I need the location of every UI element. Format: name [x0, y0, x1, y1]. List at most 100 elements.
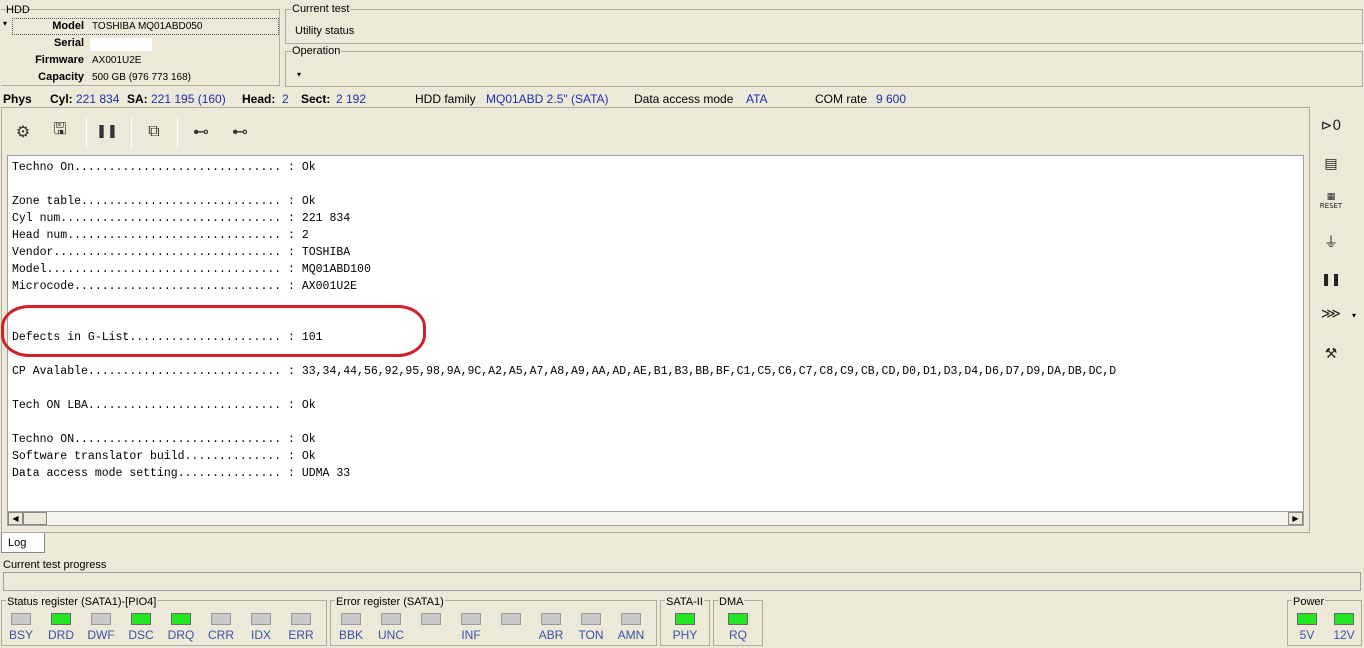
slider-dropdown-arrow[interactable]: ▾: [1352, 311, 1356, 320]
led-indicator: [621, 613, 641, 625]
copy-pages-icon[interactable]: ⧉: [141, 118, 167, 144]
com-rate-label: COM rate: [815, 92, 868, 106]
log-line: Cyl num................................ …: [12, 212, 351, 225]
firmware-label: Firmware: [35, 54, 84, 66]
reset-icon[interactable]: ▦ RESET: [1316, 188, 1346, 216]
capacity-value: 500 GB (976 773 168): [92, 72, 191, 83]
led-label: DSC: [128, 628, 154, 642]
led-indicator: [1297, 613, 1317, 625]
operation-title: Operation: [291, 45, 342, 57]
led-label: DWF: [87, 628, 115, 642]
led-label: RQ: [729, 628, 747, 642]
slider-icon[interactable]: ⋙: [1316, 300, 1346, 328]
led-label: BSY: [8, 628, 33, 642]
toolbar-separator: [131, 117, 132, 149]
toolbar-separator: [177, 117, 178, 149]
led-label: ABR: [538, 628, 564, 642]
data-access-label: Data access mode: [634, 92, 734, 106]
cyl-value: 221 834: [76, 92, 120, 106]
led-indicator: [675, 613, 695, 625]
sect-value: 2 192: [336, 92, 367, 106]
error-register-panel: Error register (SATA1) BBK UNC INF ABR TON AM…: [330, 596, 657, 646]
hdd-family-label: HDD family: [415, 92, 476, 106]
right-pause-icon[interactable]: ❚❚: [1316, 265, 1346, 293]
scroll-left-arrow[interactable]: ◀: [8, 512, 23, 525]
led-label: CRR: [208, 628, 234, 642]
model-value: TOSHIBA MQ01ABD050: [92, 21, 203, 32]
g-list-highlight-annotation: [1, 305, 426, 357]
log-horizontal-scrollbar[interactable]: ◀ ▶: [7, 511, 1304, 526]
power-title: Power: [1292, 596, 1326, 608]
led-label: IDX: [250, 628, 271, 642]
dma-title: DMA: [718, 596, 745, 608]
phys-label: Phys: [3, 92, 32, 106]
scroll-right-arrow[interactable]: ▶: [1288, 512, 1303, 525]
capacity-label: Capacity: [38, 71, 84, 83]
cyl-label: Cyl:: [50, 92, 73, 106]
led-indicator: [341, 613, 361, 625]
serial-value-redacted: [90, 38, 152, 51]
led-indicator: [11, 613, 31, 625]
tab-log-label: Log: [8, 537, 27, 549]
current-test-title: Current test: [291, 3, 351, 15]
led-indicator: [131, 613, 151, 625]
log-line: Techno ON.............................. …: [12, 433, 316, 446]
scroll-thumb[interactable]: [23, 512, 47, 525]
led-indicator: [541, 613, 561, 625]
probe-icon[interactable]: ⏚: [1316, 228, 1346, 256]
led-label: PHY: [672, 628, 698, 642]
serial-label: Serial: [54, 37, 84, 49]
reset-graphic: ▦: [1326, 192, 1336, 202]
sa-label: SA:: [127, 92, 148, 106]
status-register-panel: Status register (SATA1)-[PIO4] BSY DRD DWF…: [1, 596, 327, 646]
com-rate-value: 9 600: [876, 92, 907, 106]
tab-log[interactable]: Log: [1, 533, 45, 553]
led-indicator: [51, 613, 71, 625]
led-label: 12V: [1333, 628, 1355, 642]
pause-icon[interactable]: ❚❚: [94, 118, 120, 144]
settings-chip-icon[interactable]: ⚙: [10, 118, 36, 144]
led-indicator: [381, 613, 401, 625]
log-line: Tech ON LBA............................ …: [12, 399, 316, 412]
sect-label: Sect:: [301, 92, 331, 106]
led-indicator: [211, 613, 231, 625]
tools-icon[interactable]: ⚒: [1316, 340, 1346, 368]
log-line: Data access mode setting............... …: [12, 467, 351, 480]
save-drive-icon[interactable]: 🖫: [47, 118, 73, 144]
led-indicator: [251, 613, 271, 625]
current-test-value: Utility status: [295, 25, 355, 37]
led-label: BBK: [338, 628, 363, 642]
led-indicator: [91, 613, 111, 625]
hdd-family-value: MQ01ABD 2.5" (SATA): [486, 92, 609, 106]
status-register-title: Status register (SATA1)-[PIO4]: [6, 596, 158, 608]
dma-panel: DMA RQ: [713, 596, 763, 646]
operation-dropdown-arrow[interactable]: ▾: [297, 70, 301, 79]
led-indicator: [171, 613, 191, 625]
led-label: TON: [578, 628, 604, 642]
firmware-value: AX001U2E: [92, 55, 142, 66]
binoculars-dots-icon[interactable]: ⊷: [227, 118, 253, 144]
log-line: CP Avalable............................ …: [12, 365, 1117, 378]
hdd-dropdown-button[interactable]: ▾: [3, 19, 12, 29]
led-indicator: [461, 613, 481, 625]
board-icon[interactable]: ▤: [1316, 150, 1346, 178]
led-label: AMN: [617, 628, 645, 642]
led-indicator: [1334, 613, 1354, 625]
log-line: Model.................................. …: [12, 263, 371, 276]
power-cycle-icon[interactable]: ⊳0: [1316, 112, 1346, 140]
operation-panel: Operation ▾: [285, 46, 1363, 87]
sata-panel: SATA-II PHY: [660, 596, 710, 646]
error-register-title: Error register (SATA1): [335, 596, 445, 608]
led-indicator: [728, 613, 748, 625]
led-label: DRD: [48, 628, 74, 642]
led-label: UNC: [378, 628, 404, 642]
head-value: 2: [282, 92, 289, 106]
hdd-panel-title: HDD: [6, 4, 30, 16]
log-line: Zone table............................. …: [12, 195, 316, 208]
sa-value: 221 195 (160): [151, 92, 226, 106]
power-panel: Power 5V 12V: [1287, 596, 1362, 646]
led-label: ERR: [288, 628, 314, 642]
binoculars-icon[interactable]: ⊷: [188, 118, 214, 144]
sata-title: SATA-II: [665, 596, 704, 608]
led-label: 5V: [1299, 628, 1315, 642]
